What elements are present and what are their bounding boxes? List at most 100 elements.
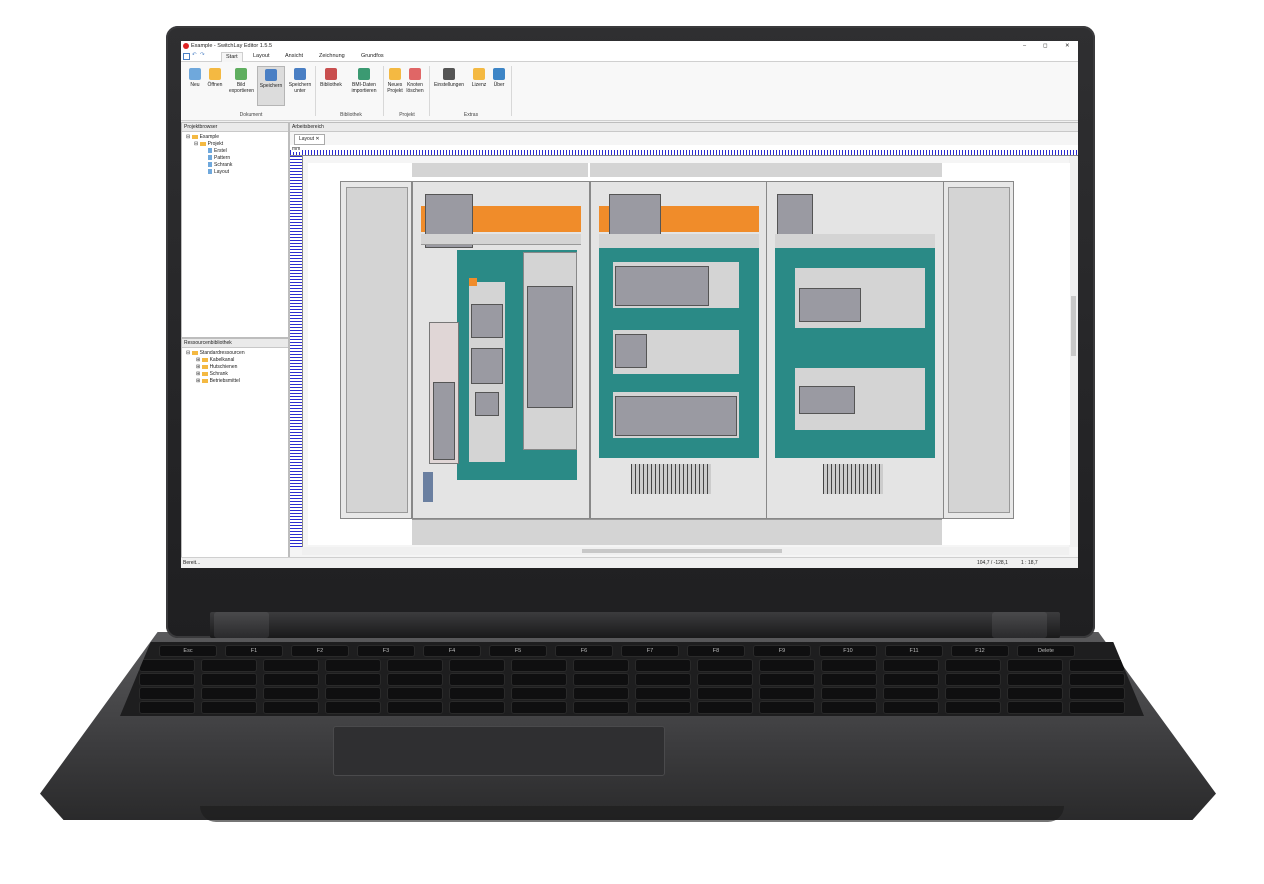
key[interactable] — [512, 688, 566, 699]
tree-node[interactable]: ⊟ Projekt — [186, 141, 288, 148]
key[interactable] — [760, 702, 814, 713]
tab-layout[interactable]: Layout — [249, 52, 274, 61]
key[interactable] — [1008, 702, 1062, 713]
key[interactable] — [264, 660, 318, 671]
key[interactable]: F6 — [556, 646, 612, 656]
key[interactable] — [264, 688, 318, 699]
horizontal-scrollbar[interactable] — [302, 547, 1069, 555]
key[interactable] — [822, 674, 876, 685]
key[interactable]: F8 — [688, 646, 744, 656]
key[interactable] — [946, 674, 1000, 685]
key[interactable]: Esc — [160, 646, 216, 656]
redo-icon[interactable]: ↷ — [200, 52, 205, 58]
save-as-button[interactable]: Speichern unter — [287, 66, 313, 104]
key[interactable] — [884, 702, 938, 713]
key[interactable] — [388, 702, 442, 713]
tree-leaf[interactable]: Pattern — [186, 155, 288, 162]
layout-canvas[interactable] — [308, 163, 1070, 545]
key[interactable] — [636, 660, 690, 671]
tree-node[interactable]: ⊞ Betriebsmittel — [186, 378, 288, 385]
key[interactable]: F1 — [226, 646, 282, 656]
maximize-button[interactable]: ◻ — [1043, 42, 1048, 51]
about-button[interactable]: Über — [489, 66, 509, 104]
tree-leaf[interactable]: Erstel — [186, 148, 288, 155]
tab-grundfos[interactable]: Grundfos — [357, 52, 388, 61]
export-image-button[interactable]: Bild exportieren — [229, 66, 254, 104]
key[interactable] — [884, 674, 938, 685]
tree-node[interactable]: ⊞ Kabelkanal — [186, 357, 288, 364]
key[interactable]: F2 — [292, 646, 348, 656]
key[interactable] — [1070, 702, 1124, 713]
key[interactable] — [450, 702, 504, 713]
touchpad[interactable] — [333, 726, 665, 776]
open-button[interactable]: Öffnen — [205, 66, 225, 104]
license-button[interactable]: Lizenz — [469, 66, 489, 104]
quick-save-icon[interactable] — [183, 53, 190, 60]
key[interactable] — [636, 702, 690, 713]
key[interactable] — [202, 702, 256, 713]
key[interactable] — [822, 702, 876, 713]
key[interactable] — [884, 660, 938, 671]
key[interactable]: F3 — [358, 646, 414, 656]
delete-node-button[interactable]: Knoten löschen — [405, 66, 425, 104]
key[interactable] — [760, 688, 814, 699]
key[interactable] — [512, 674, 566, 685]
key[interactable] — [574, 702, 628, 713]
key[interactable] — [822, 660, 876, 671]
key[interactable] — [512, 660, 566, 671]
key[interactable] — [760, 674, 814, 685]
key[interactable] — [264, 674, 318, 685]
save-button[interactable]: Speichern — [257, 66, 285, 106]
key[interactable]: F4 — [424, 646, 480, 656]
key[interactable] — [946, 702, 1000, 713]
key[interactable] — [450, 674, 504, 685]
key[interactable] — [202, 688, 256, 699]
key[interactable] — [1070, 688, 1124, 699]
tree-node[interactable]: ⊟ Example — [186, 134, 288, 141]
key[interactable]: F9 — [754, 646, 810, 656]
key[interactable] — [512, 702, 566, 713]
key[interactable] — [698, 688, 752, 699]
key[interactable] — [388, 688, 442, 699]
key[interactable] — [140, 688, 194, 699]
key[interactable]: F12 — [952, 646, 1008, 656]
settings-button[interactable]: Einstellungen — [431, 66, 467, 104]
close-button[interactable]: ✕ — [1065, 42, 1070, 51]
key[interactable] — [822, 688, 876, 699]
tree-node[interactable]: ⊟ Standardressourcen — [186, 350, 288, 357]
new-button[interactable]: Neu — [185, 66, 205, 104]
vertical-scrollbar[interactable] — [1069, 156, 1078, 547]
key[interactable] — [326, 702, 380, 713]
key[interactable] — [760, 660, 814, 671]
key[interactable] — [140, 702, 194, 713]
minimize-button[interactable]: – — [1023, 42, 1026, 51]
tab-layout-doc[interactable]: Layout ✕ — [294, 134, 325, 145]
key[interactable] — [1070, 660, 1124, 671]
key[interactable] — [1070, 674, 1124, 685]
key[interactable] — [1008, 674, 1062, 685]
library-button[interactable]: Bibliothek — [317, 66, 345, 104]
key[interactable] — [326, 688, 380, 699]
new-project-button[interactable]: Neues Projekt — [385, 66, 405, 104]
key[interactable] — [388, 660, 442, 671]
key[interactable] — [326, 674, 380, 685]
key[interactable] — [946, 688, 1000, 699]
key[interactable] — [636, 688, 690, 699]
key[interactable] — [1008, 688, 1062, 699]
key[interactable] — [574, 688, 628, 699]
key[interactable]: Delete — [1018, 646, 1074, 656]
key[interactable]: F11 — [886, 646, 942, 656]
key[interactable] — [698, 702, 752, 713]
key[interactable] — [264, 702, 318, 713]
key[interactable] — [636, 674, 690, 685]
tree-node[interactable]: ⊞ Hutschienen — [186, 364, 288, 371]
key[interactable] — [698, 674, 752, 685]
tab-start[interactable]: Start — [221, 52, 243, 62]
key[interactable] — [140, 660, 194, 671]
key[interactable]: F7 — [622, 646, 678, 656]
tab-ansicht[interactable]: Ansicht — [281, 52, 307, 61]
key[interactable] — [450, 660, 504, 671]
key[interactable] — [1008, 660, 1062, 671]
key[interactable] — [388, 674, 442, 685]
key[interactable] — [450, 688, 504, 699]
